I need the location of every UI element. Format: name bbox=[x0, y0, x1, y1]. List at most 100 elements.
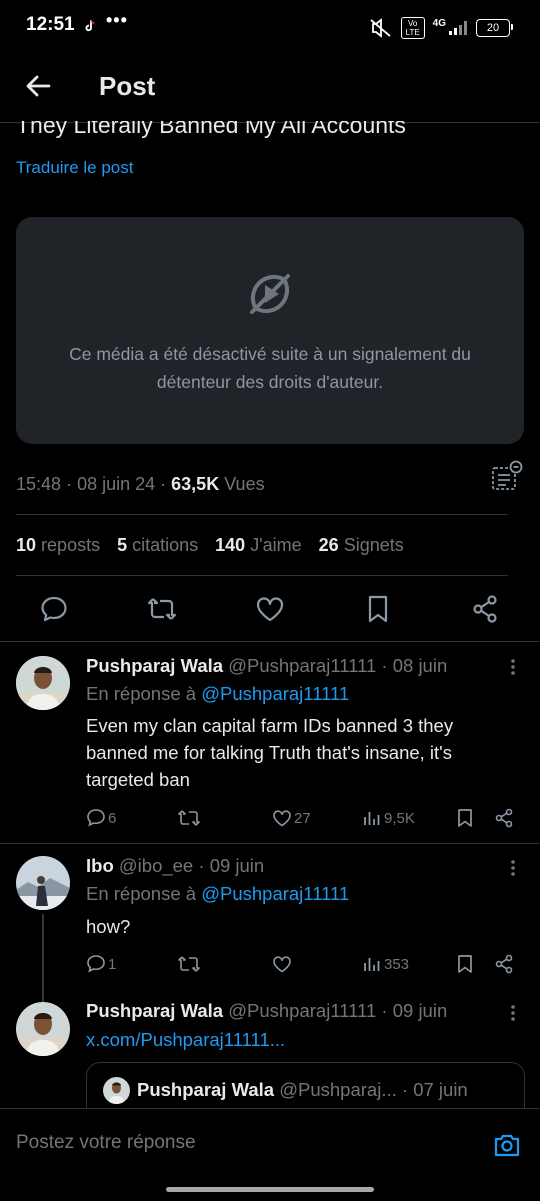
share-icon[interactable] bbox=[470, 594, 500, 624]
status-time: 12:51 bbox=[26, 14, 75, 35]
share-icon[interactable] bbox=[494, 954, 514, 974]
meta-separator: · bbox=[160, 474, 172, 494]
likes-count: 140 bbox=[215, 535, 246, 555]
reply-item[interactable]: Pushparaj Wala @Pushparaj11111 · 08 juin… bbox=[0, 642, 540, 842]
signal-icon bbox=[449, 21, 467, 35]
like-heart-icon bbox=[273, 810, 291, 827]
reply-context: En réponse à @Pushparaj11111 bbox=[86, 883, 349, 905]
author-name: Ibo bbox=[86, 855, 114, 876]
bookmarks-stat[interactable]: 26 Signets bbox=[319, 535, 404, 556]
repost-button[interactable] bbox=[178, 808, 200, 828]
reply-action-bar: 1 353 bbox=[86, 952, 526, 976]
repost-button[interactable] bbox=[178, 954, 200, 974]
author-handle: @ibo_ee bbox=[118, 855, 194, 876]
reply-count: 1 bbox=[108, 955, 117, 973]
reply-input[interactable]: Postez votre réponse bbox=[16, 1132, 196, 1154]
avatar[interactable] bbox=[16, 856, 70, 910]
reply-author[interactable]: Pushparaj Wala @Pushparaj11111 · 09 juin bbox=[86, 1000, 447, 1022]
reply-icon bbox=[87, 955, 105, 973]
views-button[interactable]: 9,5K bbox=[362, 808, 415, 828]
post-date: 08 juin 24 bbox=[77, 474, 156, 494]
reply-item[interactable]: Ibo @ibo_ee · 09 juin En réponse à @Push… bbox=[0, 844, 540, 1004]
bookmark-icon[interactable] bbox=[456, 954, 474, 974]
repost-icon[interactable] bbox=[147, 594, 177, 624]
post-stats: 10 reposts 5 citations 140 J'aime 26 Sig… bbox=[16, 535, 404, 556]
avatar[interactable] bbox=[16, 656, 70, 710]
translate-post-link[interactable]: Traduire le post bbox=[16, 158, 133, 178]
reply-composer: Postez votre réponse bbox=[0, 1108, 540, 1201]
reply-icon[interactable] bbox=[39, 594, 69, 624]
reply-button[interactable]: 6 bbox=[86, 808, 116, 828]
reply-date: 08 juin bbox=[392, 655, 448, 676]
more-options-icon[interactable] bbox=[503, 858, 523, 878]
avatar[interactable] bbox=[16, 1002, 70, 1056]
back-arrow-icon[interactable] bbox=[24, 72, 52, 100]
reply-count: 6 bbox=[108, 809, 117, 827]
likes-label: J'aime bbox=[250, 535, 302, 555]
avatar-image bbox=[103, 1077, 130, 1104]
likes-stat[interactable]: 140 J'aime bbox=[215, 535, 302, 556]
status-bar: 12:51 ••• Vo LTE 4G 20 bbox=[0, 0, 540, 56]
mention-link[interactable]: @Pushparaj11111 bbox=[201, 883, 349, 904]
bookmarks-label: Signets bbox=[343, 535, 404, 555]
status-indicators: Vo LTE 4G 20 bbox=[369, 16, 513, 40]
tiktok-notification-icon bbox=[85, 19, 95, 32]
reply-button[interactable]: 1 bbox=[86, 954, 116, 974]
author-handle: @Pushparaj11111 bbox=[228, 1000, 377, 1021]
date-separator: · bbox=[193, 855, 210, 876]
reposts-label: reposts bbox=[41, 535, 101, 555]
share-icon[interactable] bbox=[494, 808, 514, 828]
bookmark-icon[interactable] bbox=[456, 808, 474, 828]
view-count: 9,5K bbox=[384, 809, 415, 827]
post-analytics-icon[interactable] bbox=[490, 460, 524, 492]
repost-icon bbox=[178, 810, 200, 826]
repost-icon bbox=[178, 956, 200, 972]
network-type: 4G bbox=[432, 17, 446, 29]
like-button[interactable] bbox=[272, 954, 292, 974]
home-indicator[interactable] bbox=[166, 1187, 374, 1192]
volte-badge: Vo LTE bbox=[400, 17, 425, 39]
like-button[interactable]: 27 bbox=[272, 808, 311, 828]
reply-link[interactable]: x.com/Pushparaj11111... bbox=[86, 1029, 285, 1051]
bookmarks-count: 26 bbox=[318, 535, 339, 555]
battery-level: 20 bbox=[486, 22, 500, 34]
disabled-media-card: Ce média a été désactivé suite à un sign… bbox=[16, 217, 524, 444]
bookmark-icon[interactable] bbox=[363, 594, 393, 624]
reply-date: 09 juin bbox=[209, 855, 265, 876]
reply-date: 09 juin bbox=[392, 1000, 448, 1021]
reply-icon bbox=[87, 809, 105, 827]
date-separator: · bbox=[396, 1079, 414, 1100]
mention-link[interactable]: @Pushparaj11111 bbox=[201, 683, 349, 704]
quote-author-handle: @Pushparaj... bbox=[279, 1079, 397, 1100]
views-label: Vues bbox=[224, 474, 265, 494]
reply-author[interactable]: Pushparaj Wala @Pushparaj11111 · 08 juin bbox=[86, 655, 447, 677]
reposts-count: 10 bbox=[16, 535, 37, 555]
quote-author: Pushparaj Wala @Pushparaj... · 07 juin bbox=[137, 1079, 468, 1101]
reply-context: En réponse à @Pushparaj11111 bbox=[86, 683, 349, 705]
views-chart-icon bbox=[364, 812, 380, 825]
reply-action-bar: 6 27 9,5K bbox=[86, 806, 526, 830]
post-action-bar bbox=[0, 590, 540, 628]
reply-text: Even my clan capital farm IDs banned 3 t… bbox=[86, 715, 454, 790]
divider bbox=[16, 514, 508, 515]
reposts-stat[interactable]: 10 reposts bbox=[16, 535, 100, 556]
avatar-image bbox=[16, 1002, 70, 1056]
views-chart-icon bbox=[364, 958, 380, 971]
camera-icon[interactable] bbox=[492, 1130, 522, 1160]
quotes-count: 5 bbox=[117, 535, 128, 555]
views-button[interactable]: 353 bbox=[362, 954, 409, 974]
quote-avatar bbox=[103, 1077, 130, 1104]
more-options-icon[interactable] bbox=[503, 1003, 523, 1023]
meta-separator: · bbox=[66, 474, 78, 494]
quotes-stat[interactable]: 5 citations bbox=[117, 535, 198, 556]
view-count: 353 bbox=[384, 955, 410, 973]
reply-author[interactable]: Ibo @ibo_ee · 09 juin bbox=[86, 855, 264, 877]
mute-icon bbox=[370, 18, 391, 38]
date-separator: · bbox=[376, 655, 393, 676]
author-name: Pushparaj Wala bbox=[86, 1000, 224, 1021]
divider bbox=[16, 575, 508, 576]
like-heart-icon[interactable] bbox=[255, 594, 285, 624]
more-options-icon[interactable] bbox=[503, 657, 523, 677]
post-meta: 15:48 · 08 juin 24 · 63,5K Vues bbox=[16, 474, 265, 495]
author-name: Pushparaj Wala bbox=[86, 655, 224, 676]
